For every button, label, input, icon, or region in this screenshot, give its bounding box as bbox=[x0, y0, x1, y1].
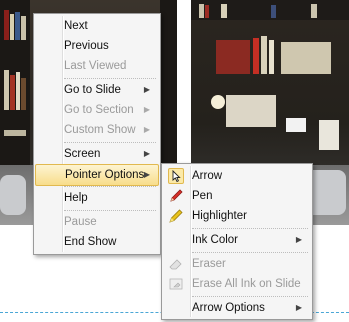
menu-item-label: Custom Show bbox=[64, 124, 136, 136]
menu-separator bbox=[64, 78, 156, 79]
submenu-item-label: Ink Color bbox=[192, 234, 239, 246]
menu-item-label: End Show bbox=[64, 236, 117, 248]
submenu-item-ink-color[interactable]: Ink Color ▶ bbox=[164, 230, 310, 250]
pointer-options-submenu: Arrow Pen Highlighter Ink Color ▶ Eraser… bbox=[161, 163, 313, 320]
slideshow-context-menu: Next Previous Last Viewed Go to Slide ▶ … bbox=[33, 13, 161, 255]
menu-separator bbox=[192, 228, 308, 229]
submenu-item-erase-all[interactable]: Erase All Ink on Slide bbox=[164, 274, 310, 294]
menu-item-label: Pointer Options bbox=[65, 169, 145, 181]
menu-separator bbox=[64, 142, 156, 143]
menu-item-last-viewed[interactable]: Last Viewed bbox=[36, 56, 158, 76]
submenu-item-highlighter[interactable]: Highlighter bbox=[164, 206, 310, 226]
submenu-arrow-icon: ▶ bbox=[143, 170, 150, 179]
submenu-arrow-icon: ▶ bbox=[143, 149, 150, 158]
menu-item-label: Help bbox=[64, 192, 88, 204]
submenu-item-label: Pen bbox=[192, 190, 213, 202]
menu-separator bbox=[64, 210, 156, 211]
submenu-item-label: Arrow Options bbox=[192, 302, 265, 314]
submenu-arrow-icon: ▶ bbox=[295, 235, 302, 244]
menu-item-label: Screen bbox=[64, 148, 101, 160]
menu-item-custom-show[interactable]: Custom Show ▶ bbox=[36, 120, 158, 140]
menu-item-previous[interactable]: Previous bbox=[36, 36, 158, 56]
menu-item-screen[interactable]: Screen ▶ bbox=[36, 144, 158, 164]
menu-item-label: Go to Section bbox=[64, 104, 134, 116]
highlighter-icon bbox=[168, 208, 184, 224]
menu-separator bbox=[64, 186, 156, 187]
menu-item-pause[interactable]: Pause bbox=[36, 212, 158, 232]
menu-item-help[interactable]: Help bbox=[36, 188, 158, 208]
menu-item-label: Go to Slide bbox=[64, 84, 121, 96]
menu-item-label: Last Viewed bbox=[64, 60, 127, 72]
submenu-item-pen[interactable]: Pen bbox=[164, 186, 310, 206]
submenu-item-label: Highlighter bbox=[192, 210, 247, 222]
submenu-item-arrow[interactable]: Arrow bbox=[164, 166, 310, 186]
menu-item-label: Previous bbox=[64, 40, 109, 52]
submenu-item-label: Eraser bbox=[192, 258, 226, 270]
menu-item-go-to-section[interactable]: Go to Section ▶ bbox=[36, 100, 158, 120]
submenu-arrow-icon: ▶ bbox=[143, 105, 150, 114]
erase-all-icon bbox=[168, 276, 184, 292]
menu-item-end-show[interactable]: End Show bbox=[36, 232, 158, 252]
menu-separator bbox=[192, 296, 308, 297]
submenu-item-label: Erase All Ink on Slide bbox=[192, 278, 301, 290]
menu-item-go-to-slide[interactable]: Go to Slide ▶ bbox=[36, 80, 158, 100]
pen-icon bbox=[168, 188, 184, 204]
submenu-arrow-icon: ▶ bbox=[143, 85, 150, 94]
submenu-arrow-icon: ▶ bbox=[143, 125, 150, 134]
menu-item-pointer-options[interactable]: Pointer Options ▶ bbox=[35, 164, 159, 186]
menu-separator bbox=[192, 252, 308, 253]
menu-item-label: Pause bbox=[64, 216, 97, 228]
menu-item-next[interactable]: Next bbox=[36, 16, 158, 36]
submenu-item-label: Arrow bbox=[192, 170, 223, 182]
submenu-arrow-icon: ▶ bbox=[295, 303, 302, 312]
submenu-item-eraser[interactable]: Eraser bbox=[164, 254, 310, 274]
eraser-icon bbox=[168, 256, 184, 272]
arrow-cursor-icon bbox=[168, 168, 184, 184]
menu-item-label: Next bbox=[64, 20, 88, 32]
submenu-item-arrow-options[interactable]: Arrow Options ▶ bbox=[164, 298, 310, 318]
